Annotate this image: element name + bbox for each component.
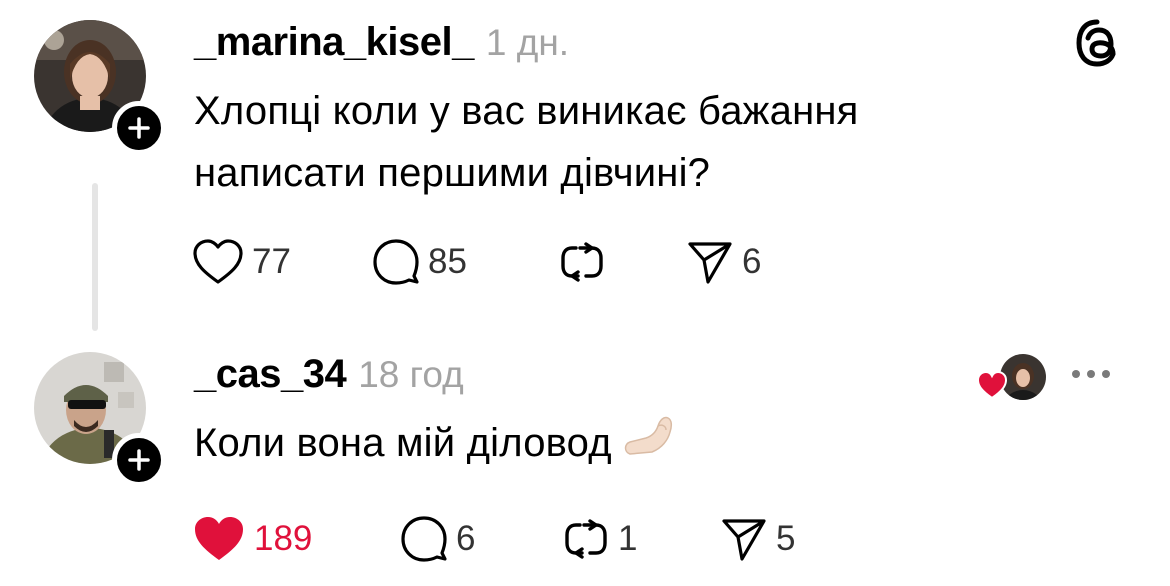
follow-button[interactable] xyxy=(112,101,166,155)
avatar-marina[interactable] xyxy=(34,20,166,155)
send-icon xyxy=(722,519,766,561)
pinched-fingers-emoji xyxy=(622,414,676,476)
like-count: 189 xyxy=(254,519,313,558)
follow-button[interactable] xyxy=(112,433,166,487)
repost-icon xyxy=(565,519,607,559)
username[interactable]: _cas_34 xyxy=(194,352,347,397)
comment-icon xyxy=(401,516,447,562)
avatar-cas[interactable] xyxy=(34,352,166,487)
timestamp: 18 год xyxy=(358,354,464,395)
heart-filled-icon xyxy=(976,370,1008,400)
reply-button[interactable]: 85 xyxy=(372,238,558,286)
threads-logo-icon[interactable] xyxy=(1074,18,1120,73)
liked-by-author xyxy=(976,352,1050,402)
repost-icon xyxy=(561,242,603,282)
post-text-line: Хлопці коли у вас виникає бажання xyxy=(194,89,859,133)
share-button[interactable]: 6 xyxy=(686,238,761,286)
repost-button[interactable]: 1 xyxy=(562,515,720,563)
share-count: 6 xyxy=(742,242,762,281)
post-text: Хлопці коли у вас виникає бажання написа… xyxy=(194,80,859,204)
repost-button[interactable] xyxy=(558,238,686,286)
action-bar: 189 6 1 5 xyxy=(192,514,795,564)
like-button[interactable]: 77 xyxy=(192,238,372,286)
more-options-icon[interactable] xyxy=(1072,370,1110,378)
post-header: _marina_kisel_ 1 дн. xyxy=(194,20,569,65)
like-button[interactable]: 189 xyxy=(192,514,400,564)
thread-connector-line xyxy=(92,183,98,331)
heart-filled-icon xyxy=(195,517,243,560)
post-text: Коли вона мій діловод xyxy=(194,412,676,476)
timestamp: 1 дн. xyxy=(485,22,570,63)
post-header: _cas_34 18 год xyxy=(194,352,464,397)
username[interactable]: _marina_kisel_ xyxy=(194,20,474,65)
reply-button[interactable]: 6 xyxy=(400,515,562,563)
post-text-line: написати першими дівчині? xyxy=(194,151,711,195)
send-icon xyxy=(688,242,732,284)
like-count: 77 xyxy=(252,242,291,281)
plus-icon xyxy=(128,117,150,139)
repost-count: 1 xyxy=(618,519,638,558)
share-button[interactable]: 5 xyxy=(720,515,795,563)
reply-count: 85 xyxy=(428,242,467,281)
share-count: 5 xyxy=(776,519,796,558)
comment-icon xyxy=(373,239,419,285)
action-bar: 77 85 6 xyxy=(192,238,761,286)
reply-count: 6 xyxy=(456,519,476,558)
plus-icon xyxy=(128,449,150,471)
heart-icon xyxy=(193,239,243,284)
post-text-line: Коли вона мій діловод xyxy=(194,421,612,465)
